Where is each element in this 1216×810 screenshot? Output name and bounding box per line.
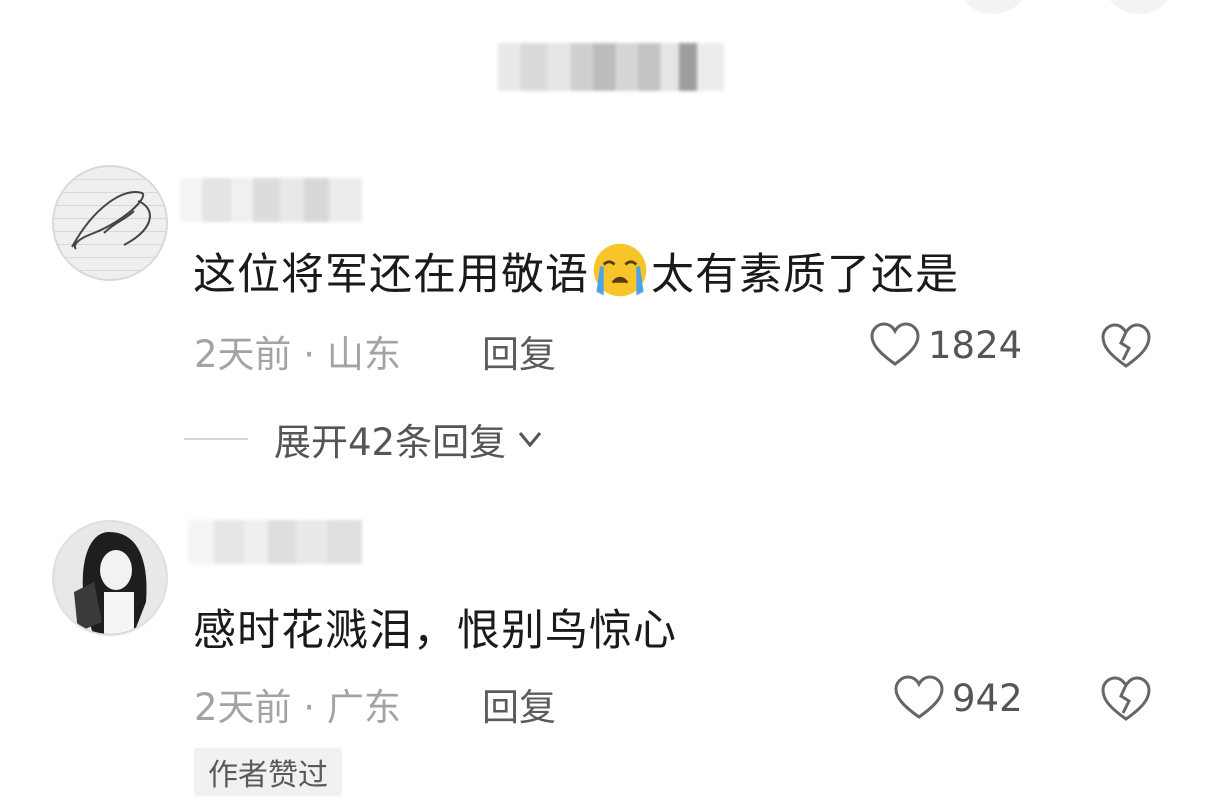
like-button[interactable]: 1824	[870, 322, 1022, 368]
heart-icon	[870, 322, 920, 366]
like-count: 942	[952, 676, 1023, 720]
comment-text: 感时花溅泪，恨别鸟惊心	[193, 606, 677, 656]
expand-replies-label: 展开42条回复	[274, 421, 507, 464]
reply-button[interactable]: 回复	[482, 324, 556, 378]
blurred-title	[498, 43, 724, 91]
avatar-sketch	[71, 191, 151, 250]
heart-icon	[894, 675, 944, 719]
blurred-username[interactable]	[180, 178, 362, 222]
avatar-character	[54, 522, 166, 634]
comment-text: 这位将军还在用敬语 太有素质了还是	[193, 240, 959, 302]
broken-heart-icon[interactable]	[1100, 675, 1152, 723]
blurred-username[interactable]	[188, 520, 362, 564]
comment-text-after: 太有素质了还是	[651, 250, 959, 300]
comment-time-location: 2天前 · 山东	[194, 333, 401, 376]
expand-replies-button[interactable]: 展开42条回复	[184, 412, 548, 466]
chevron-down-icon	[518, 432, 542, 448]
avatar[interactable]	[52, 520, 168, 636]
comment-text-before: 这位将军还在用敬语	[193, 250, 589, 300]
loudly-crying-face-icon	[593, 243, 647, 297]
broken-heart-icon[interactable]	[1100, 322, 1152, 370]
top-action-button[interactable]	[958, 0, 1028, 14]
like-count: 1824	[928, 323, 1023, 367]
comment-list-page: 这位将军还在用敬语 太有素质了还是 2天前 · 山东 回复 1824 展开42条…	[0, 0, 1216, 810]
top-action-button[interactable]	[1104, 0, 1174, 14]
author-liked-badge: 作者赞过	[194, 748, 342, 796]
avatar[interactable]	[52, 165, 168, 281]
comment-time-location: 2天前 · 广东	[194, 686, 401, 729]
expand-divider	[184, 438, 248, 440]
like-button[interactable]: 942	[894, 675, 1023, 721]
reply-button[interactable]: 回复	[482, 677, 556, 731]
